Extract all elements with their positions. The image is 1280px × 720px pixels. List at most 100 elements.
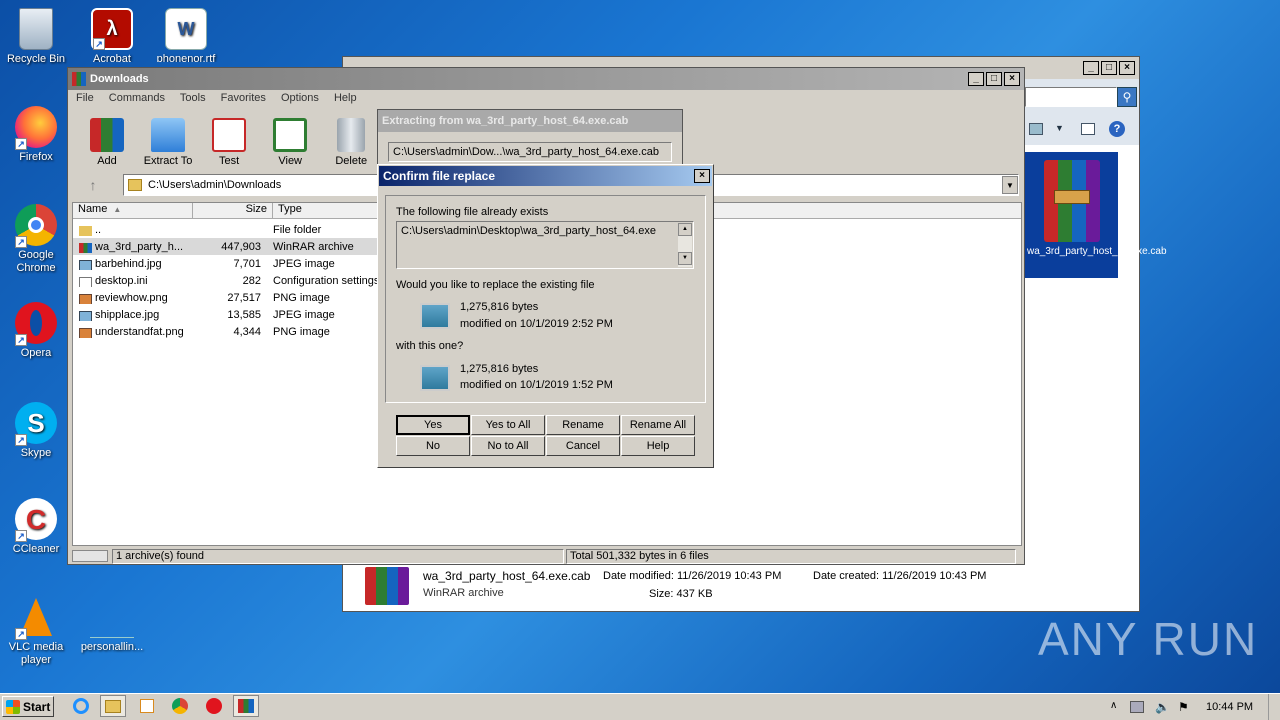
desktop-icon-personallin[interactable]: personallin... (80, 600, 144, 654)
table-row[interactable]: understandfat.png 4,344 PNG image (73, 323, 383, 340)
desktop-icon-firefox[interactable]: ↗ Firefox (4, 106, 68, 164)
minimize-button[interactable]: _ (1083, 61, 1099, 75)
table-row[interactable]: desktop.ini 282 Configuration settings (73, 272, 383, 289)
chevron-down-icon[interactable]: ▼ (1055, 123, 1064, 133)
shortcut-arrow-icon: ↗ (15, 530, 27, 542)
scroll-up-arrow-icon[interactable]: ▲ (678, 223, 692, 236)
status-right: Total 501,332 bytes in 6 files (566, 548, 1016, 564)
menu-favorites[interactable]: Favorites (221, 92, 266, 104)
table-row[interactable]: .. File folder (73, 221, 383, 238)
tray-flag-icon[interactable]: ⚑ (1178, 700, 1189, 714)
maximize-button[interactable]: □ (1101, 61, 1117, 75)
test-button[interactable]: Test (200, 116, 258, 167)
extracting-window[interactable]: Extracting from wa_3rd_party_host_64.exe… (377, 109, 683, 169)
folder-icon (128, 179, 142, 191)
winrar-title: Downloads (90, 73, 149, 85)
taskbar-explorer-icon[interactable] (100, 695, 126, 717)
address-dropdown-button[interactable]: ▼ (1002, 176, 1018, 194)
close-button[interactable]: × (1004, 72, 1020, 86)
desktop-icon-vlc[interactable]: ↗ VLC media player (4, 596, 68, 667)
menu-bar: File Commands Tools Favorites Options He… (76, 92, 369, 104)
up-arrow-button[interactable]: ↑ (76, 174, 110, 196)
tray-arrow-icon[interactable]: ∧ (1110, 700, 1117, 711)
winrar-logo-icon (72, 72, 86, 86)
table-row[interactable]: reviewhow.png 27,517 PNG image (73, 289, 383, 306)
taskbar-clock[interactable]: 10:44 PM (1206, 701, 1253, 713)
delete-button[interactable]: Delete (322, 116, 380, 167)
path-scrollbar[interactable]: ▲ ▼ (678, 223, 692, 267)
no-button[interactable]: No (396, 436, 470, 456)
jpeg-image-icon (79, 259, 92, 270)
confirm-replace-dialog[interactable]: Confirm file replace × The following fil… (377, 164, 714, 468)
table-row[interactable]: barbehind.jpg 7,701 JPEG image (73, 255, 383, 272)
menu-help[interactable]: Help (334, 92, 357, 104)
desktop-icon-phonenor-rtf[interactable]: W phonenor.rtf (154, 8, 218, 62)
table-row[interactable]: shipplace.jpg 13,585 JPEG image (73, 306, 383, 323)
folder-up-icon (79, 225, 92, 236)
dialog-title: Confirm file replace (383, 169, 496, 183)
column-size[interactable]: Size (193, 203, 273, 218)
shortcut-arrow-icon: ↗ (15, 334, 27, 346)
menu-commands[interactable]: Commands (109, 92, 165, 104)
sort-asc-icon: ▲ (113, 205, 122, 214)
desktop-icon-recycle-bin[interactable]: Recycle Bin (4, 8, 68, 66)
view-options-icon[interactable] (1029, 123, 1043, 135)
cancel-button[interactable]: Cancel (546, 436, 620, 456)
opera-icon: ↗ (15, 302, 57, 346)
shortcut-arrow-icon: ↗ (15, 138, 27, 150)
desktop-icon-ccleaner[interactable]: C ↗ CCleaner (4, 498, 68, 556)
address-path: C:\Users\admin\Downloads (148, 179, 282, 191)
show-desktop-button[interactable] (1268, 694, 1280, 720)
delete-trash-icon (337, 118, 366, 152)
rename-all-button[interactable]: Rename All (621, 415, 695, 435)
close-button[interactable]: × (1119, 61, 1135, 75)
view-book-icon (273, 118, 308, 152)
help-icon[interactable]: ? (1109, 121, 1125, 137)
taskbar-media-player-icon[interactable] (134, 695, 160, 717)
taskbar-ie-icon[interactable] (68, 695, 94, 717)
table-row[interactable]: wa_3rd_party_h... 447,903 WinRAR archive (73, 238, 383, 255)
shortcut-arrow-icon: ↗ (15, 628, 27, 640)
desktop-icon-acrobat[interactable]: λ ↗ Acrobat (80, 8, 144, 62)
winrar-archive-icon (79, 242, 92, 253)
jpeg-image-icon (79, 310, 92, 321)
taskbar-opera-icon[interactable] (201, 695, 227, 717)
help-button[interactable]: Help (621, 436, 695, 456)
chrome-icon: ↗ (15, 204, 57, 248)
start-button[interactable]: Start (2, 696, 54, 717)
extract-path: C:\Users\admin\Dow...\wa_3rd_party_host_… (388, 142, 672, 162)
tray-network-icon[interactable] (1130, 701, 1144, 713)
toolbar: Add Extract To Test View Delete (78, 116, 380, 167)
desktop-icon-opera[interactable]: ↗ Opera (4, 302, 68, 360)
config-file-icon (79, 276, 92, 287)
details-type: WinRAR archive (423, 587, 504, 599)
explorer-search-input[interactable] (1025, 87, 1117, 107)
maximize-button[interactable]: □ (986, 72, 1002, 86)
yes-to-all-button[interactable]: Yes to All (471, 415, 545, 435)
yes-button[interactable]: Yes (396, 415, 470, 435)
scroll-down-arrow-icon[interactable]: ▼ (678, 252, 692, 265)
menu-options[interactable]: Options (281, 92, 319, 104)
add-icon (90, 118, 124, 152)
desktop-icon-skype[interactable]: S ↗ Skype (4, 402, 68, 460)
tray-volume-icon[interactable]: 🔈 (1155, 700, 1170, 714)
dialog-close-button[interactable]: × (694, 169, 710, 183)
file-icon (90, 600, 134, 638)
rename-button[interactable]: Rename (546, 415, 620, 435)
desktop-icon-chrome[interactable]: ↗ Google Chrome (4, 204, 68, 275)
menu-file[interactable]: File (76, 92, 94, 104)
add-button[interactable]: Add (78, 116, 136, 167)
column-name[interactable]: Name ▲ (73, 203, 193, 218)
view-button[interactable]: View (261, 116, 319, 167)
preview-pane-icon[interactable] (1081, 123, 1095, 135)
vlc-icon: ↗ (15, 596, 57, 640)
taskbar-chrome-icon[interactable] (167, 695, 193, 717)
minimize-button[interactable]: _ (968, 72, 984, 86)
menu-tools[interactable]: Tools (180, 92, 206, 104)
extract-to-button[interactable]: Extract To (139, 116, 197, 167)
taskbar-winrar-icon[interactable] (233, 695, 259, 717)
winrar-archive-icon (1043, 160, 1100, 242)
explorer-file-tile[interactable]: wa_3rd_party_host_64.exe.cab (1025, 152, 1167, 278)
no-to-all-button[interactable]: No to All (471, 436, 545, 456)
search-icon[interactable]: ⚲ (1117, 87, 1137, 107)
